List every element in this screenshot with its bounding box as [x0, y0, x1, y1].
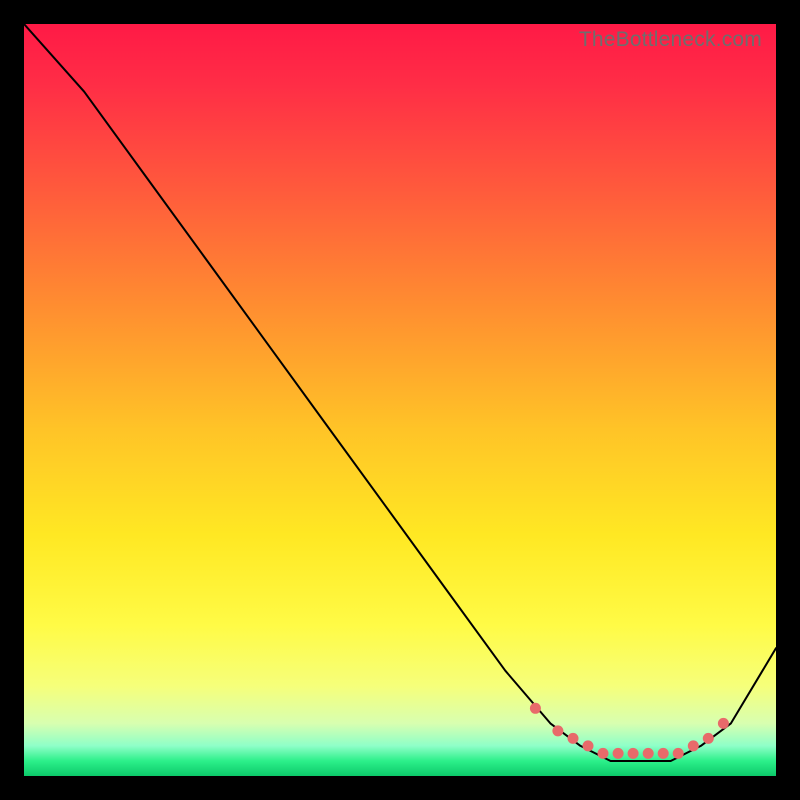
optimal-point — [613, 748, 624, 759]
optimal-point — [530, 703, 541, 714]
chart-plot-area: TheBottleneck.com — [24, 24, 776, 776]
bottleneck-curve — [24, 24, 776, 761]
optimal-point — [718, 718, 729, 729]
optimal-point — [583, 740, 594, 751]
optimal-point — [598, 748, 609, 759]
optimal-point — [568, 733, 579, 744]
optimal-point — [703, 733, 714, 744]
optimal-zone-dots — [530, 703, 729, 759]
chart-svg — [24, 24, 776, 776]
optimal-point — [688, 740, 699, 751]
optimal-point — [552, 725, 563, 736]
optimal-point — [643, 748, 654, 759]
optimal-point — [658, 748, 669, 759]
optimal-point — [673, 748, 684, 759]
optimal-point — [628, 748, 639, 759]
